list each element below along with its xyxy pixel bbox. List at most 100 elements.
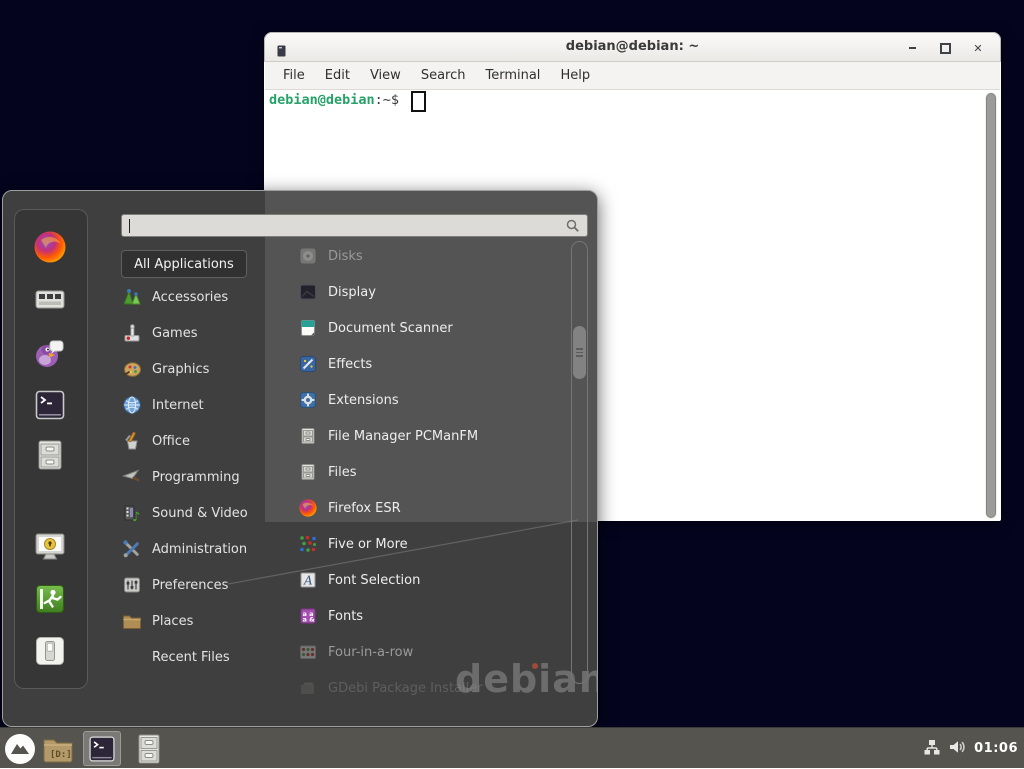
- administration-icon: [121, 538, 143, 560]
- application-menu: debian: [2, 190, 598, 727]
- prompt-user: debian@debian: [269, 92, 375, 108]
- category-sound-video[interactable]: ♪ Sound & Video: [121, 499, 281, 527]
- category-office[interactable]: Office: [121, 427, 281, 455]
- software-manager-launcher[interactable]: [33, 282, 67, 316]
- terminal-scrollbar[interactable]: [985, 92, 997, 519]
- graphics-icon: [121, 358, 143, 380]
- app-label: Four-in-a-row: [328, 645, 413, 660]
- svg-text:A: A: [303, 574, 313, 588]
- taskbar: [D:] 01:06: [0, 727, 1024, 768]
- prompt-path: :~$: [375, 92, 399, 108]
- programming-icon: [121, 466, 143, 488]
- effects-icon: [298, 354, 318, 374]
- app-item-file-manager-pcmanfm[interactable]: File Manager PCManFM: [286, 421, 564, 451]
- svg-text:♪: ♪: [132, 510, 140, 524]
- svg-text:[D:]: [D:]: [50, 750, 72, 760]
- app-item-document-scanner[interactable]: Document Scanner: [286, 313, 564, 343]
- category-places[interactable]: Places: [121, 607, 281, 635]
- app-label: Disks: [328, 249, 363, 264]
- clock[interactable]: 01:06: [974, 741, 1018, 756]
- fonts-icon: a aa &: [298, 606, 318, 626]
- category-internet[interactable]: Internet: [121, 391, 281, 419]
- office-icon: [121, 430, 143, 452]
- five-or-more-icon: [298, 534, 318, 554]
- category-label: Programming: [152, 470, 240, 485]
- app-item-gdebi-package-installer[interactable]: GDebi Package Installer: [286, 673, 564, 703]
- pidgin-launcher[interactable]: [33, 336, 67, 370]
- app-item-disks[interactable]: Disks: [286, 241, 564, 271]
- minimize-button[interactable]: [904, 40, 920, 56]
- category-label: Sound & Video: [152, 506, 248, 521]
- app-item-four-in-a-row[interactable]: Four-in-a-row: [286, 637, 564, 667]
- app-label: Files: [328, 465, 357, 480]
- search-input[interactable]: [121, 214, 588, 237]
- category-programming[interactable]: Programming: [121, 463, 281, 491]
- desktop: debian@debian: ~ ✕ File Edit View Search…: [0, 0, 1024, 768]
- menu-terminal[interactable]: Terminal: [475, 68, 550, 83]
- terminal-menubar: File Edit View Search Terminal Help: [265, 62, 1000, 90]
- file-cabinet-launcher[interactable]: [131, 731, 167, 766]
- category-recent-files[interactable]: Recent Files: [121, 643, 281, 671]
- terminal-scrollbar-thumb[interactable]: [986, 93, 996, 518]
- close-button[interactable]: ✕: [970, 40, 986, 56]
- gdebi-package-installer-icon: [298, 678, 318, 698]
- app-label: Font Selection: [328, 573, 420, 588]
- app-list-scrollbar-thumb[interactable]: [573, 326, 586, 379]
- menu-view[interactable]: View: [360, 68, 411, 83]
- volume-icon[interactable]: [948, 738, 967, 760]
- app-item-files[interactable]: Files: [286, 457, 564, 487]
- text-caret: [129, 219, 130, 233]
- preferences-icon: [121, 574, 143, 596]
- app-item-extensions[interactable]: Extensions: [286, 385, 564, 415]
- category-label: Recent Files: [152, 650, 230, 665]
- disks-icon: [298, 246, 318, 266]
- category-label: Accessories: [152, 290, 228, 305]
- app-item-font-selection[interactable]: A Font Selection: [286, 565, 564, 595]
- folder-launcher[interactable]: [D:]: [40, 731, 76, 766]
- shutdown-button[interactable]: [33, 634, 67, 668]
- all-applications-button[interactable]: All Applications: [121, 250, 247, 278]
- recent-files-spacer: [121, 646, 143, 668]
- app-label: Extensions: [328, 393, 399, 408]
- category-graphics[interactable]: Graphics: [121, 355, 281, 383]
- category-label: Office: [152, 434, 190, 449]
- font-selection-icon: A: [298, 570, 318, 590]
- menu-edit[interactable]: Edit: [315, 68, 360, 83]
- app-item-effects[interactable]: Effects: [286, 349, 564, 379]
- lock-screen-button[interactable]: [33, 530, 67, 564]
- window-title: debian@debian: ~: [265, 39, 1000, 54]
- menu-search[interactable]: Search: [411, 68, 476, 83]
- terminal-launcher-fav[interactable]: [33, 388, 67, 422]
- app-item-display[interactable]: Display: [286, 277, 564, 307]
- app-label: Firefox ESR: [328, 501, 401, 516]
- category-administration[interactable]: Administration: [121, 535, 281, 563]
- logout-button[interactable]: [33, 582, 67, 616]
- app-item-five-or-more[interactable]: Five or More: [286, 529, 564, 559]
- app-item-firefox-esr[interactable]: Firefox ESR: [286, 493, 564, 523]
- app-label: Effects: [328, 357, 372, 372]
- file-manager-launcher-fav[interactable]: [33, 438, 67, 472]
- app-list-scrollbar[interactable]: [571, 241, 588, 684]
- firefox-launcher[interactable]: [33, 230, 67, 264]
- accessories-icon: [121, 286, 143, 308]
- terminal-taskbar-button[interactable]: [83, 731, 121, 766]
- shell-prompt: debian@debian:~$: [269, 92, 399, 108]
- menu-button[interactable]: [2, 731, 38, 766]
- games-icon: [121, 322, 143, 344]
- app-item-fonts[interactable]: a aa & Fonts: [286, 601, 564, 631]
- places-icon: [121, 610, 143, 632]
- terminal-titlebar[interactable]: debian@debian: ~ ✕: [264, 32, 1001, 62]
- menu-help[interactable]: Help: [550, 68, 600, 83]
- app-label: Document Scanner: [328, 321, 453, 336]
- category-preferences[interactable]: Preferences: [121, 571, 281, 599]
- maximize-button[interactable]: [937, 40, 953, 56]
- menu-file[interactable]: File: [273, 68, 315, 83]
- display-icon: [298, 282, 318, 302]
- category-label: Games: [152, 326, 197, 341]
- network-icon[interactable]: [923, 738, 941, 760]
- search-icon: [565, 218, 581, 238]
- app-label: GDebi Package Installer: [328, 681, 483, 696]
- category-games[interactable]: Games: [121, 319, 281, 347]
- category-accessories[interactable]: Accessories: [121, 283, 281, 311]
- file-manager-pcmanfm-icon: [298, 426, 318, 446]
